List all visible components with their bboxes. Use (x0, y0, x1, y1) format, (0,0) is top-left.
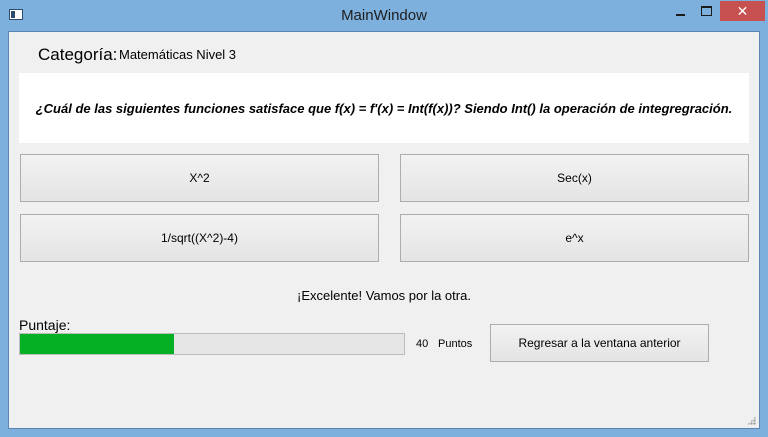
window-content: Categoría: Matemáticas Nivel 3 ¿Cuál de … (8, 31, 760, 429)
maximize-button[interactable] (693, 1, 719, 21)
question-text: ¿Cuál de las siguientes funciones satisf… (35, 101, 733, 116)
minimize-icon (675, 14, 685, 16)
answer-option-3-button[interactable]: 1/sqrt((X^2)-4) (20, 214, 379, 262)
answer-option-4-button[interactable]: e^x (400, 214, 749, 262)
score-progress-fill (20, 334, 174, 354)
score-progress-bar (19, 333, 405, 355)
back-to-previous-window-button[interactable]: Regresar a la ventana anterior (490, 324, 709, 362)
main-window: MainWindow ✕ Categoría: Matemáticas Nive… (0, 0, 768, 437)
resize-grip-icon[interactable] (747, 416, 756, 425)
title-bar[interactable]: MainWindow ✕ (0, 0, 768, 31)
answer-option-1-button[interactable]: X^2 (20, 154, 379, 202)
question-panel: ¿Cuál de las siguientes funciones satisf… (19, 73, 749, 143)
score-unit: Puntos (438, 338, 473, 350)
category-value: Matemáticas Nivel 3 (119, 47, 237, 62)
maximize-icon (700, 6, 712, 16)
category-label: Categoría: (38, 45, 118, 64)
answer-option-2-button[interactable]: Sec(x) (400, 154, 749, 202)
close-icon: ✕ (736, 2, 749, 19)
score-value: 40 (416, 338, 429, 350)
window-title: MainWindow (341, 7, 427, 24)
feedback-message: ¡Excelente! Vamos por la otra. (297, 288, 471, 303)
close-button[interactable]: ✕ (720, 1, 765, 21)
score-label: Puntaje: (19, 317, 71, 333)
minimize-button[interactable] (667, 1, 693, 21)
